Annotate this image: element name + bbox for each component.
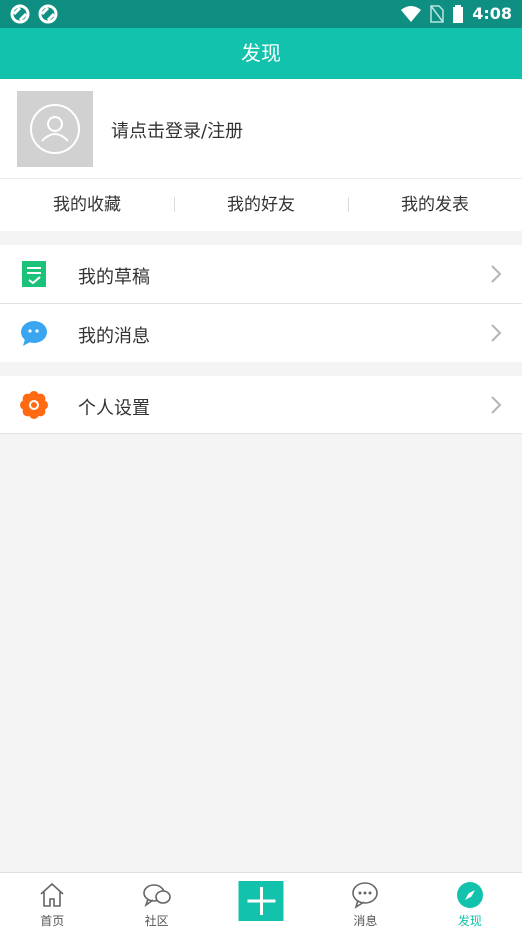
app-notification-icon [38,4,58,24]
community-chat-icon [142,884,171,908]
avatar[interactable] [17,91,93,167]
nav-publish[interactable] [209,873,313,929]
nav-messages[interactable]: 消息 [313,873,417,929]
nav-community[interactable]: 社区 [104,873,208,929]
no-sim-icon [430,4,444,23]
clock-time: 4:08 [472,4,512,23]
menu-item-label: 我的消息 [78,326,150,347]
publish-button[interactable] [238,881,284,921]
nav-label: 社区 [144,914,169,928]
user-avatar-icon [30,104,80,154]
nav-label: 首页 [40,914,65,928]
home-icon [40,882,64,907]
nav-discover[interactable]: 发现 [418,873,522,929]
status-bar: 4:08 [0,0,522,28]
chevron-right-icon [491,396,502,414]
nav-label: 发现 [457,914,482,928]
menu-item-settings[interactable]: 个人设置 [0,376,522,434]
bottom-nav: 首页 社区 消息 发现 [0,872,522,929]
menu-item-label: 我的草稿 [78,267,150,288]
menu-item-label: 个人设置 [78,398,150,419]
chevron-right-icon [491,265,502,283]
tab-posts[interactable]: 我的发表 [348,179,522,231]
message-icon [21,321,47,346]
tab-favorites[interactable]: 我的收藏 [0,179,174,231]
settings-gear-icon [20,391,48,419]
wifi-icon [401,5,422,22]
page-title: 发现 [0,28,522,79]
draft-icon [22,261,46,287]
divider [0,433,522,434]
menu-item-drafts[interactable]: 我的草稿 [0,245,522,303]
app-notification-icon [10,4,30,24]
profile-header[interactable]: 请点击登录/注册 [0,79,522,179]
tab-friends[interactable]: 我的好友 [174,179,348,231]
battery-icon [453,4,464,23]
login-register-link[interactable]: 请点击登录/注册 [111,117,243,143]
plus-icon [247,887,276,915]
nav-home[interactable]: 首页 [0,873,104,929]
menu-item-messages[interactable]: 我的消息 [0,304,522,362]
chevron-right-icon [491,324,502,342]
quick-tabs: 我的收藏 我的好友 我的发表 [0,179,522,231]
nav-label: 消息 [353,914,378,928]
compass-icon [456,882,483,908]
message-bubble-icon [352,882,379,909]
